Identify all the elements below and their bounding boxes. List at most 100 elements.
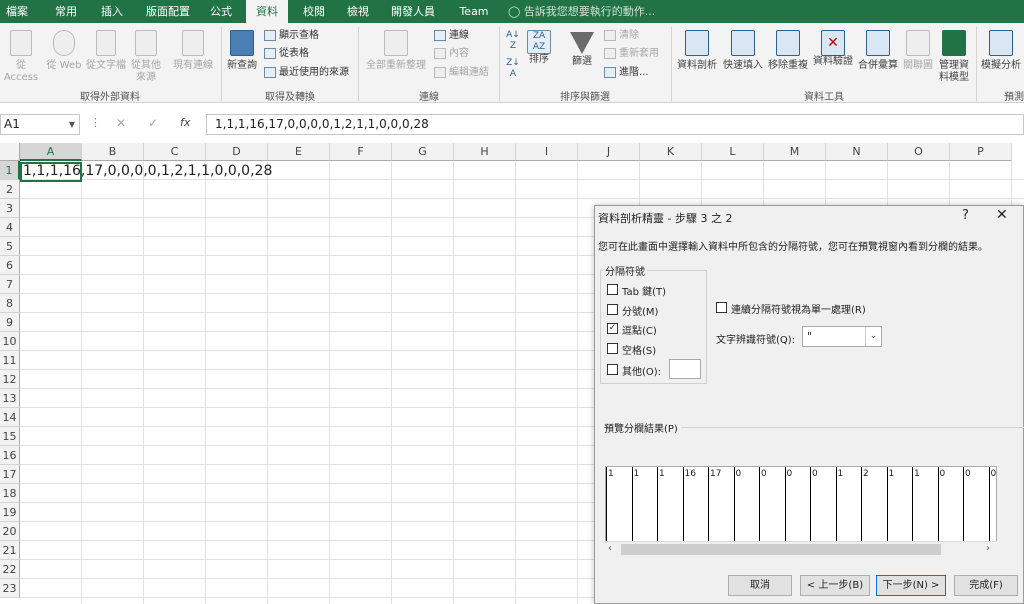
sort-button[interactable]: ZA AZ 排序 <box>524 30 554 66</box>
sort-az-button[interactable]: A↓ Z <box>503 30 523 52</box>
cancel-button[interactable]: 取消 <box>728 575 792 596</box>
consecutive-delimiters-checkbox[interactable] <box>716 302 727 313</box>
row-header-16[interactable]: 16 <box>0 446 20 465</box>
row-header-1[interactable]: 1 <box>0 161 20 180</box>
tab-data[interactable]: 資料 <box>246 0 288 23</box>
preview-column[interactable]: 0 <box>963 467 989 542</box>
preview-column[interactable]: 1 <box>631 467 658 542</box>
row-header-11[interactable]: 11 <box>0 351 20 370</box>
tab-file[interactable]: 檔案 <box>0 0 34 23</box>
insert-function-icon[interactable]: fx <box>180 116 190 129</box>
row-header-2[interactable]: 2 <box>0 180 20 199</box>
preview-column[interactable]: 1 <box>912 467 938 542</box>
clear-filter-button[interactable]: 清除 <box>604 28 639 44</box>
tab-formulas[interactable]: 公式 <box>202 0 240 23</box>
column-header-n[interactable]: N <box>826 143 888 161</box>
select-all-corner[interactable] <box>0 143 20 161</box>
column-header-b[interactable]: B <box>82 143 144 161</box>
preview-column[interactable]: 17 <box>708 467 734 542</box>
column-header-i[interactable]: I <box>516 143 578 161</box>
relationships-button[interactable]: 關聯圖 <box>900 30 936 72</box>
column-header-k[interactable]: K <box>640 143 702 161</box>
flash-fill-button[interactable]: 快速填入 <box>720 30 766 72</box>
preview-column[interactable]: 1 <box>657 467 683 542</box>
recent-sources-button[interactable]: 最近使用的來源 <box>264 65 349 81</box>
column-header-j[interactable]: J <box>578 143 640 161</box>
scrollbar-thumb[interactable] <box>621 544 941 555</box>
tab-review[interactable]: 校閱 <box>294 0 334 23</box>
show-queries-button[interactable]: 顯示查格 <box>264 28 319 44</box>
finish-button[interactable]: 完成(F) <box>954 575 1018 596</box>
column-header-p[interactable]: P <box>950 143 1012 161</box>
from-text-button[interactable]: 從文字檔 <box>84 30 128 72</box>
column-header-g[interactable]: G <box>392 143 454 161</box>
column-header-l[interactable]: L <box>702 143 764 161</box>
formula-input[interactable]: 1,1,1,16,17,0,0,0,0,1,2,1,1,0,0,0,28 <box>206 114 1024 135</box>
preview-column[interactable]: 0 <box>733 467 760 542</box>
from-web-button[interactable]: 從 Web <box>44 30 84 72</box>
row-header-22[interactable]: 22 <box>0 560 20 579</box>
column-header-h[interactable]: H <box>454 143 516 161</box>
column-header-a[interactable]: A <box>20 143 82 161</box>
what-if-analysis-button[interactable]: 模擬分析 <box>978 30 1024 72</box>
preview-column[interactable]: 1 <box>835 467 862 542</box>
from-other-button[interactable]: 從其他來源 <box>128 30 164 84</box>
enter-icon[interactable]: ✓ <box>148 116 158 130</box>
formula-bar-grip-icon[interactable]: ⋮ <box>90 116 101 129</box>
scroll-right-icon[interactable]: › <box>986 543 990 554</box>
preview-column[interactable]: 1 <box>606 467 632 542</box>
preview-column[interactable]: 16 <box>682 467 709 542</box>
row-header-23[interactable]: 23 <box>0 579 20 598</box>
row-header-3[interactable]: 3 <box>0 199 20 218</box>
row-header-4[interactable]: 4 <box>0 218 20 237</box>
row-header-15[interactable]: 15 <box>0 427 20 446</box>
column-header-e[interactable]: E <box>268 143 330 161</box>
next-button[interactable]: 下一步(N) > <box>876 575 946 596</box>
help-button[interactable]: ? <box>962 208 969 223</box>
filter-button[interactable]: 篩選 <box>566 30 598 68</box>
comma-checkbox[interactable]: ✓ <box>607 323 618 334</box>
name-box[interactable]: A1 ▼ <box>0 114 80 135</box>
consolidate-button[interactable]: 合併彙算 <box>856 30 900 72</box>
existing-connections-button[interactable]: 現有連線 <box>170 30 216 72</box>
row-header-10[interactable]: 10 <box>0 332 20 351</box>
tab-developer[interactable]: 開發人員 <box>384 0 442 23</box>
row-header-18[interactable]: 18 <box>0 484 20 503</box>
sort-za-button[interactable]: Z↓ A <box>503 58 523 80</box>
remove-duplicates-button[interactable]: 移除重複 <box>766 30 810 72</box>
column-header-o[interactable]: O <box>888 143 950 161</box>
reapply-button[interactable]: 重新套用 <box>604 46 659 62</box>
preview-column[interactable]: 2 <box>861 467 887 542</box>
back-button[interactable]: < 上一步(B) <box>800 575 870 596</box>
new-query-button[interactable]: 新查詢 <box>226 30 258 72</box>
chevron-down-icon[interactable]: ▼ <box>69 115 75 134</box>
row-header-17[interactable]: 17 <box>0 465 20 484</box>
preview-column[interactable]: 0 <box>784 467 811 542</box>
tab-checkbox[interactable] <box>607 284 618 295</box>
row-header-8[interactable]: 8 <box>0 294 20 313</box>
connections-button[interactable]: 連線 <box>434 28 469 44</box>
preview-column[interactable]: 0 <box>988 467 996 542</box>
semicolon-checkbox[interactable] <box>607 304 618 315</box>
other-delimiter-input[interactable] <box>669 359 701 379</box>
row-header-9[interactable]: 9 <box>0 313 20 332</box>
row-header-12[interactable]: 12 <box>0 370 20 389</box>
column-header-f[interactable]: F <box>330 143 392 161</box>
row-header-20[interactable]: 20 <box>0 522 20 541</box>
preview-column[interactable]: 0 <box>937 467 964 542</box>
tab-home[interactable]: 常用 <box>48 0 84 23</box>
scroll-left-icon[interactable]: ‹ <box>608 543 612 554</box>
tell-me-box[interactable]: ◯ 告訴我您想要執行的動作... <box>508 0 655 23</box>
from-table-button[interactable]: 從表格 <box>264 46 309 62</box>
from-access-button[interactable]: 從 Access <box>0 30 42 84</box>
properties-button[interactable]: 內容 <box>434 46 469 62</box>
row-header-14[interactable]: 14 <box>0 408 20 427</box>
chevron-down-icon[interactable]: ⌄ <box>865 327 881 346</box>
preview-column[interactable]: 1 <box>886 467 913 542</box>
row-header-5[interactable]: 5 <box>0 237 20 256</box>
column-header-m[interactable]: M <box>764 143 826 161</box>
tab-team[interactable]: Team <box>452 0 496 23</box>
refresh-all-button[interactable]: 全部重新整理 <box>362 30 430 72</box>
row-header-6[interactable]: 6 <box>0 256 20 275</box>
row-header-13[interactable]: 13 <box>0 389 20 408</box>
